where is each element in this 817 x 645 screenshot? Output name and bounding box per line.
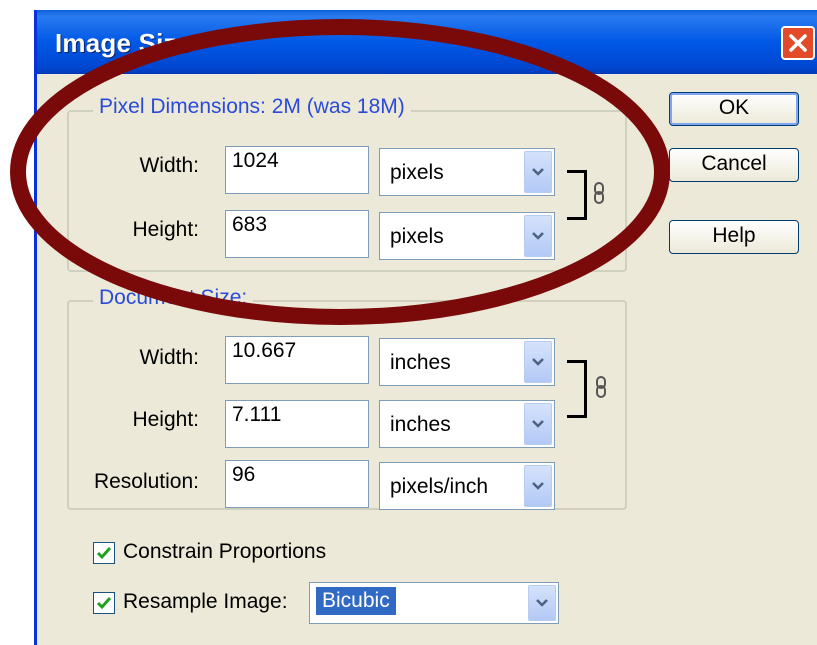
document-width-unit-select[interactable]: inches bbox=[379, 338, 555, 386]
document-width-label: Width: bbox=[139, 346, 199, 369]
resolution-unit: pixels/inch bbox=[390, 475, 489, 498]
document-width-input[interactable]: 10.667 bbox=[225, 336, 369, 384]
document-width-unit: inches bbox=[390, 351, 451, 374]
document-height-input[interactable]: 7.111 bbox=[225, 400, 369, 448]
title-bar[interactable]: Image Size bbox=[37, 10, 817, 74]
pixel-width-unit-select[interactable]: pixels bbox=[379, 148, 555, 196]
resolution-input[interactable]: 96 bbox=[225, 460, 369, 508]
resample-method-select[interactable]: Bicubic bbox=[309, 582, 559, 624]
constrain-proportions-label[interactable]: Constrain Proportions bbox=[123, 540, 326, 564]
document-height-label: Height: bbox=[132, 408, 199, 431]
checkmark-icon bbox=[96, 597, 112, 610]
chevron-down-icon[interactable] bbox=[524, 403, 552, 445]
chevron-down-icon[interactable] bbox=[524, 215, 552, 257]
pixel-width-unit: pixels bbox=[390, 161, 444, 184]
pixel-height-unit: pixels bbox=[390, 225, 444, 248]
pixel-height-label: Height: bbox=[132, 218, 199, 241]
resample-image-label[interactable]: Resample Image: bbox=[123, 590, 288, 614]
link-bracket bbox=[567, 360, 587, 418]
resample-method-value: Bicubic bbox=[315, 586, 397, 616]
link-bracket bbox=[567, 170, 587, 220]
document-height-unit: inches bbox=[390, 413, 451, 436]
ok-button[interactable]: OK bbox=[669, 92, 799, 126]
chevron-down-icon[interactable] bbox=[524, 151, 552, 193]
chain-link-icon bbox=[596, 376, 606, 398]
pixel-dimensions-legend: Pixel Dimensions: 2M (was 18M) bbox=[93, 95, 411, 119]
resolution-unit-select[interactable]: pixels/inch bbox=[379, 462, 555, 510]
pixel-height-input[interactable]: 683 bbox=[225, 210, 369, 258]
resolution-label: Resolution: bbox=[93, 470, 199, 493]
pixel-width-label: Width: bbox=[139, 154, 199, 177]
pixel-width-input[interactable]: 1024 bbox=[225, 146, 369, 194]
cancel-button[interactable]: Cancel bbox=[669, 148, 799, 182]
chain-link-icon bbox=[594, 182, 604, 204]
help-button[interactable]: Help bbox=[669, 220, 799, 254]
dialog-title: Image Size bbox=[55, 28, 192, 58]
close-button[interactable] bbox=[781, 26, 815, 60]
pixel-height-unit-select[interactable]: pixels bbox=[379, 212, 555, 260]
image-size-dialog: Image Size Pixel Dimensions: 2M (was 18M… bbox=[34, 10, 817, 645]
document-height-unit-select[interactable]: inches bbox=[379, 400, 555, 448]
close-icon bbox=[789, 34, 807, 52]
chevron-down-icon[interactable] bbox=[524, 465, 552, 507]
checkmark-icon bbox=[96, 547, 112, 560]
resample-image-checkbox[interactable] bbox=[93, 592, 115, 614]
constrain-proportions-checkbox[interactable] bbox=[93, 542, 115, 564]
chevron-down-icon[interactable] bbox=[528, 585, 556, 621]
document-size-legend: Document Size: bbox=[93, 286, 254, 310]
chevron-down-icon[interactable] bbox=[524, 341, 552, 383]
